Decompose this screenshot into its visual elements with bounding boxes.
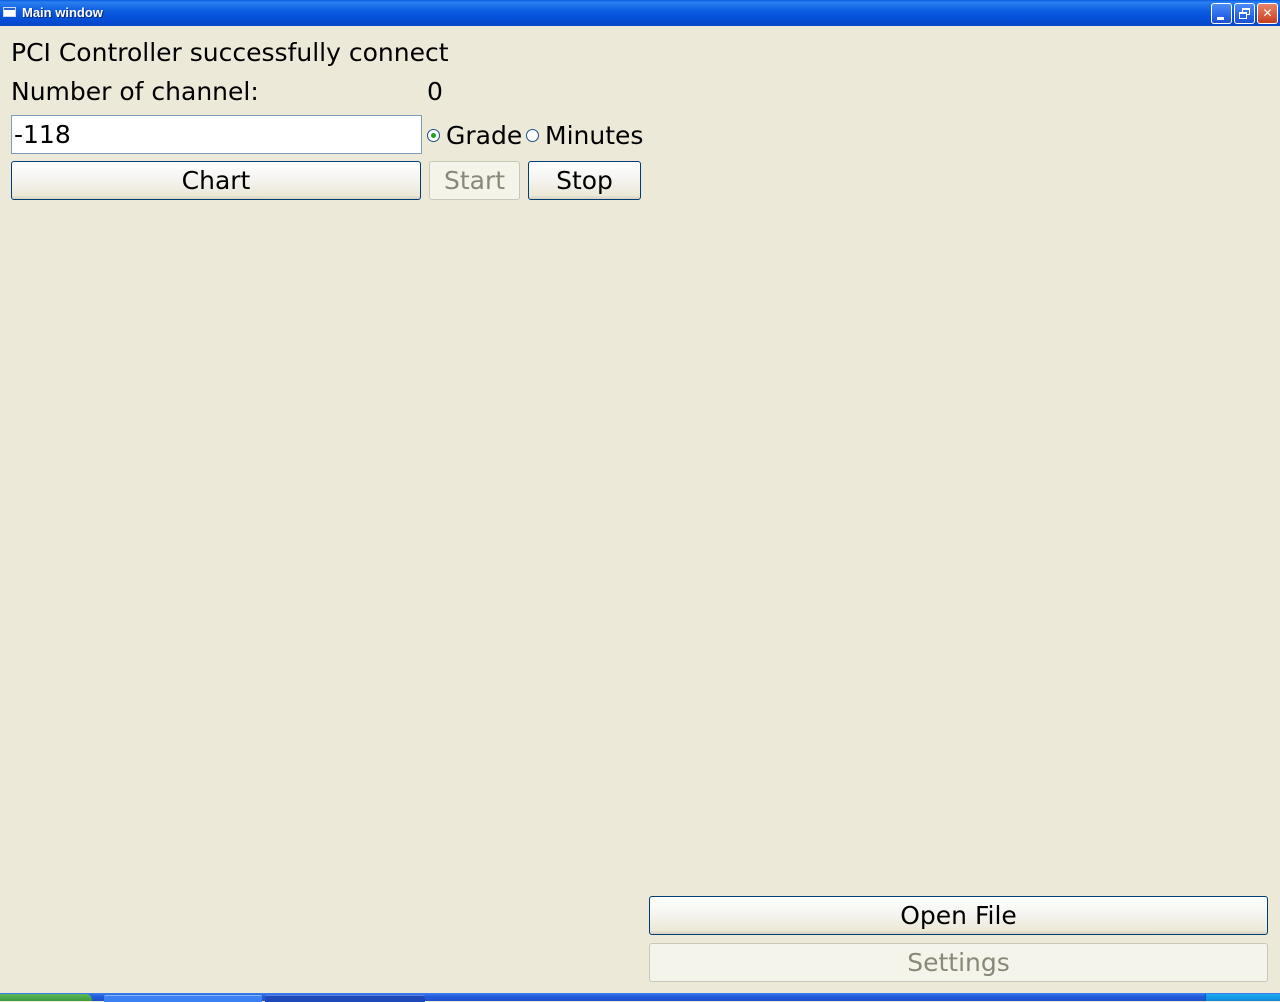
minimize-icon <box>1217 17 1224 20</box>
system-tray <box>1205 994 1280 1001</box>
channel-count-value: 0 <box>427 77 443 106</box>
radio-minutes-label[interactable]: Minutes <box>545 121 643 150</box>
restore-button[interactable] <box>1234 3 1255 24</box>
open-file-button[interactable]: Open File <box>649 896 1268 935</box>
stop-button[interactable]: Stop <box>528 161 641 200</box>
radio-minutes[interactable]: Minutes <box>526 119 643 151</box>
radio-grade-indicator[interactable] <box>427 128 440 142</box>
value-input[interactable] <box>11 115 422 154</box>
start-button[interactable]: Start <box>429 161 520 200</box>
start-menu-button[interactable] <box>0 994 92 1001</box>
channel-count-label: Number of channel: <box>11 77 259 106</box>
minimize-button[interactable] <box>1211 3 1232 24</box>
radio-grade-label[interactable]: Grade <box>446 121 522 150</box>
status-message: PCI Controller successfully connect <box>11 38 449 67</box>
close-icon: ✕ <box>1262 6 1273 20</box>
window-app-icon[interactable] <box>3 7 16 17</box>
close-button[interactable]: ✕ <box>1257 3 1278 24</box>
radio-grade[interactable]: Grade <box>427 119 522 151</box>
window-title: Main window <box>22 5 103 20</box>
chart-button[interactable]: Chart <box>11 161 421 200</box>
taskbar <box>0 993 1280 1002</box>
main-window: Main window ✕ PCI Controller successfull… <box>0 0 1280 1002</box>
settings-button[interactable]: Settings <box>649 943 1268 982</box>
title-bar[interactable]: Main window ✕ <box>0 0 1280 26</box>
radio-minutes-indicator[interactable] <box>526 128 539 142</box>
restore-icon-back <box>1239 12 1247 19</box>
